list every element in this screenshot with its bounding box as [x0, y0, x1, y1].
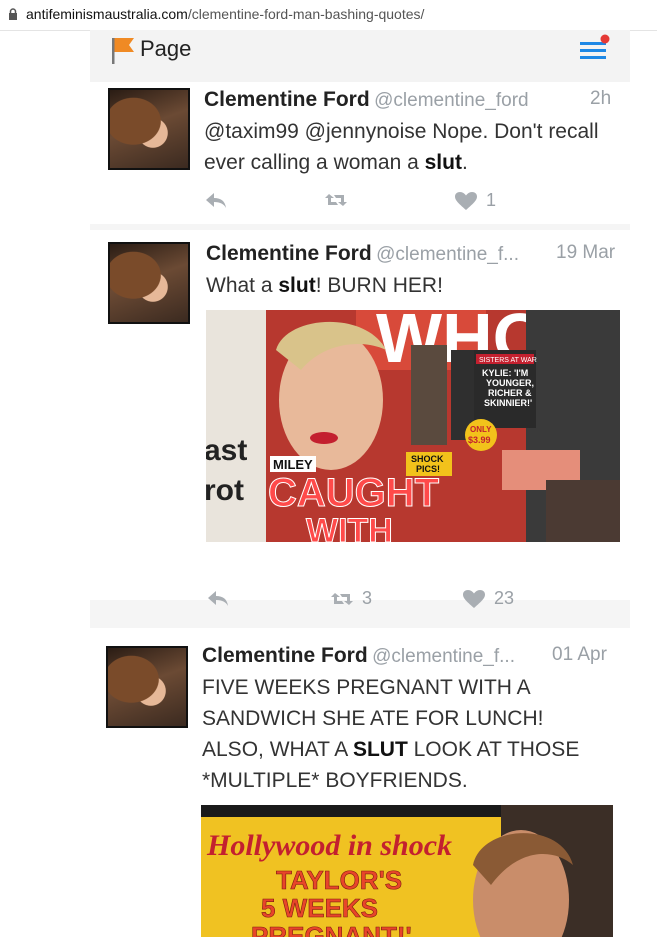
- reply-icon: [208, 591, 228, 606]
- tweet-header: Clementine Ford @clementine_ford: [204, 88, 529, 112]
- tweet-text-line: FIVE WEEKS PREGNANT WITH A: [202, 676, 531, 699]
- tweet-text-bold: SLUT: [352, 738, 408, 761]
- price-text: ONLY: [470, 425, 492, 434]
- author-name[interactable]: Clementine Ford: [202, 644, 368, 667]
- tweet-text-part: @taxim99 @jennynoise Nope. Don't recall …: [204, 120, 599, 174]
- browser-url-bar[interactable]: antifeminismaustralia.com/clementine-for…: [0, 0, 657, 31]
- lock-icon: [9, 8, 17, 20]
- tweet-text-part: LOOK AT THOSE: [407, 738, 580, 761]
- retweet-icon: [325, 194, 347, 206]
- cover-side-text: rot: [206, 474, 244, 507]
- shock-text: SHOCK: [411, 454, 444, 464]
- magazine-cover-art: WHO SISTERS AT WAR KYLIE: 'I'M YOUNGER, …: [206, 310, 620, 542]
- app-viewport: Page Clementine Ford @clementine_ford 2h…: [90, 30, 630, 937]
- tweet-text-line: ALSO, WHAT A SLUT LOOK AT THOSE: [202, 734, 622, 765]
- tweet-actions: 3 23: [206, 588, 526, 618]
- cover-name-label: MILEY: [273, 457, 313, 472]
- cover-sticker-line: RICHER &: [488, 388, 532, 398]
- tweet-time: 01 Apr: [552, 644, 607, 665]
- author-name[interactable]: Clementine Ford: [206, 242, 372, 265]
- tweet-text-part: .: [461, 151, 468, 174]
- retweet-button[interactable]: [324, 190, 356, 210]
- avatar[interactable]: [108, 88, 190, 170]
- like-button[interactable]: 23: [462, 588, 514, 609]
- author-handle[interactable]: @clementine_f...: [372, 646, 515, 667]
- reply-button[interactable]: [206, 588, 230, 608]
- cover-sticker-line: SKINNIER!': [484, 398, 532, 408]
- price-text: $3.99: [468, 435, 491, 445]
- like-count: 1: [486, 190, 497, 210]
- tweet-text: FIVE WEEKS PREGNANT WITH A SANDWICH SHE …: [202, 672, 622, 796]
- tweet-text-bold: slut: [278, 274, 316, 297]
- avatar[interactable]: [106, 646, 188, 728]
- tweet-text-line: SANDWICH SHE ATE FOR LUNCH!: [202, 707, 544, 730]
- author-handle[interactable]: @clementine_ford: [374, 90, 528, 111]
- cover-headline: WITH: [306, 512, 393, 542]
- reply-button[interactable]: [204, 190, 228, 210]
- tweet-text: @taxim99 @jennynoise Nope. Don't recall …: [204, 116, 604, 178]
- retweet-count: 3: [362, 588, 373, 608]
- tweet-text-part: ALSO, WHAT A: [202, 738, 353, 761]
- reply-icon: [206, 193, 226, 208]
- author-handle[interactable]: @clementine_f...: [376, 244, 519, 265]
- retweet-icon: [331, 592, 353, 605]
- tweet-image-magazine-cover[interactable]: WHO SISTERS AT WAR KYLIE: 'I'M YOUNGER, …: [206, 310, 620, 542]
- menu-icon[interactable]: [576, 34, 610, 64]
- heart-icon: [463, 589, 485, 608]
- cover-headline: CAUGHT: [268, 471, 439, 515]
- tweet-card[interactable]: Clementine Ford @clementine_ford 2h @tax…: [90, 82, 630, 224]
- flag-icon: [112, 38, 134, 64]
- tweet-time: 2h: [590, 88, 612, 109]
- like-button[interactable]: 1: [454, 190, 496, 211]
- avatar[interactable]: [108, 242, 190, 324]
- cover-sticker-line: KYLIE: 'I'M: [482, 368, 528, 378]
- tweet-card[interactable]: Clementine Ford @clementine_f... 19 Mar …: [90, 230, 630, 608]
- app-bar: Page: [90, 30, 630, 82]
- tweet-text-line: *MULTIPLE* BOYFRIENDS.: [202, 769, 468, 792]
- cover-subhead: TAYLOR'S: [276, 865, 402, 895]
- magazine-cover-art: Hollywood in shock TAYLOR'S 5 WEEKS PREG…: [201, 805, 613, 937]
- tweet-time: 19 Mar: [556, 242, 616, 263]
- tweet-image-magazine-cover[interactable]: Hollywood in shock TAYLOR'S 5 WEEKS PREG…: [201, 805, 613, 937]
- url-domain: antifeminismaustralia.com: [26, 6, 188, 22]
- cover-side-text: ast: [206, 434, 247, 467]
- tweet-actions: 1: [204, 190, 524, 220]
- tweet-text: What a slut! BURN HER!: [206, 270, 606, 301]
- tweet-text-part: ! BURN HER!: [315, 274, 443, 297]
- tweet-text-bold: slut: [424, 151, 462, 174]
- cover-sticker-line: SISTERS AT WAR: [479, 357, 537, 364]
- cover-sticker-line: YOUNGER,: [486, 378, 534, 388]
- cover-headline: Hollywood in shock: [206, 829, 452, 862]
- like-count: 23: [494, 588, 515, 608]
- page-title[interactable]: Page: [140, 36, 191, 62]
- cover-subhead: PREGNANT!': [251, 921, 412, 937]
- url-path: /clementine-ford-man-bashing-quotes/: [187, 6, 425, 22]
- retweet-button[interactable]: 3: [330, 588, 372, 609]
- tweet-header: Clementine Ford @clementine_f...: [206, 242, 519, 266]
- heart-icon: [455, 191, 477, 210]
- tweet-header: Clementine Ford @clementine_f...: [202, 644, 515, 668]
- tweet-text-part: What a: [206, 274, 279, 297]
- url-text[interactable]: antifeminismaustralia.com/clementine-for…: [26, 6, 424, 22]
- author-name[interactable]: Clementine Ford: [204, 88, 370, 111]
- cover-subhead: 5 WEEKS: [261, 893, 378, 923]
